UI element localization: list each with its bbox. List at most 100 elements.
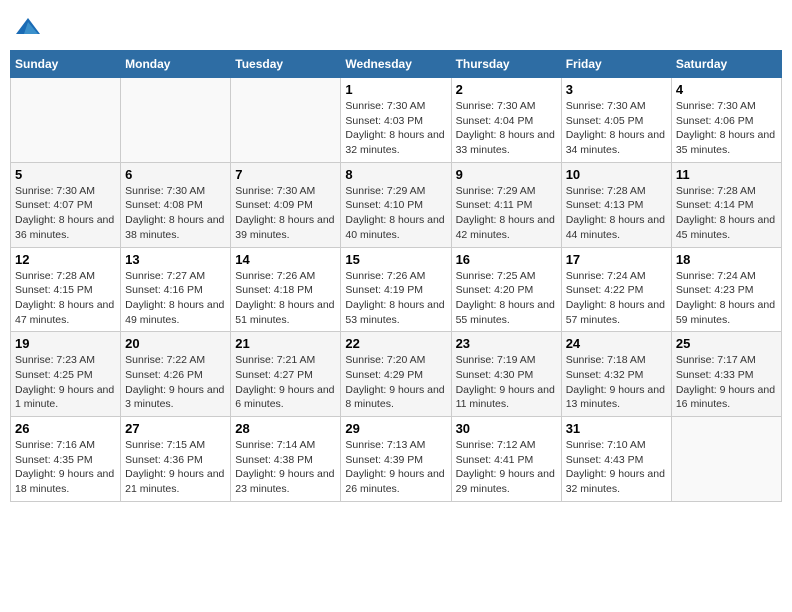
calendar-cell: 12 Sunrise: 7:28 AM Sunset: 4:15 PM Dayli… — [11, 247, 121, 332]
day-number: 18 — [676, 252, 777, 267]
calendar-header: SundayMondayTuesdayWednesdayThursdayFrid… — [11, 51, 782, 78]
day-info: Sunrise: 7:16 AM Sunset: 4:35 PM Dayligh… — [15, 438, 116, 497]
day-info: Sunrise: 7:27 AM Sunset: 4:16 PM Dayligh… — [125, 269, 226, 328]
calendar-cell: 18Sunrise: 7:24 AM Sunset: 4:23 PM Dayli… — [671, 247, 781, 332]
calendar-cell — [671, 417, 781, 502]
header-monday: Monday — [121, 51, 231, 78]
day-number: 25 — [676, 336, 777, 351]
day-info: Sunrise: 7:17 AM Sunset: 4:33 PM Dayligh… — [676, 353, 777, 412]
day-number: 23 — [456, 336, 557, 351]
day-info: Sunrise: 7:30 AM Sunset: 4:08 PM Dayligh… — [125, 184, 226, 243]
day-info: Sunrise: 7:30 AM Sunset: 4:09 PM Dayligh… — [235, 184, 336, 243]
day-number: 26 — [15, 421, 116, 436]
header-friday: Friday — [561, 51, 671, 78]
calendar-cell: 24 Sunrise: 7:18 AM Sunset: 4:32 PM Dayli… — [561, 332, 671, 417]
calendar-cell: 1Sunrise: 7:30 AM Sunset: 4:03 PM Daylig… — [341, 78, 451, 163]
day-number: 4 — [676, 82, 777, 97]
day-number: 2 — [456, 82, 557, 97]
day-info: Sunrise: 7:15 AM Sunset: 4:36 PM Dayligh… — [125, 438, 226, 497]
day-info: Sunrise: 7:22 AM Sunset: 4:26 PM Dayligh… — [125, 353, 226, 412]
day-info: Sunrise: 7:12 AM Sunset: 4:41 PM Dayligh… — [456, 438, 557, 497]
day-info: Sunrise: 7:29 AM Sunset: 4:10 PM Dayligh… — [345, 184, 446, 243]
day-number: 15 — [345, 252, 446, 267]
day-info: Sunrise: 7:18 AM Sunset: 4:32 PM Dayligh… — [566, 353, 667, 412]
day-number: 22 — [345, 336, 446, 351]
week-row-5: 26 Sunrise: 7:16 AM Sunset: 4:35 PM Dayli… — [11, 417, 782, 502]
day-number: 11 — [676, 167, 777, 182]
calendar-cell: 31 Sunrise: 7:10 AM Sunset: 4:43 PM Dayli… — [561, 417, 671, 502]
day-number: 12 — [15, 252, 116, 267]
header-wednesday: Wednesday — [341, 51, 451, 78]
calendar-cell: 28Sunrise: 7:14 AM Sunset: 4:38 PM Dayli… — [231, 417, 341, 502]
page-header — [10, 10, 782, 42]
logo-icon — [14, 14, 42, 42]
calendar-cell: 22 Sunrise: 7:20 AM Sunset: 4:29 PM Dayli… — [341, 332, 451, 417]
calendar-cell: 25 Sunrise: 7:17 AM Sunset: 4:33 PM Dayli… — [671, 332, 781, 417]
header-thursday: Thursday — [451, 51, 561, 78]
day-number: 9 — [456, 167, 557, 182]
calendar-table: SundayMondayTuesdayWednesdayThursdayFrid… — [10, 50, 782, 502]
day-number: 24 — [566, 336, 667, 351]
day-number: 3 — [566, 82, 667, 97]
calendar-cell: 3 Sunrise: 7:30 AM Sunset: 4:05 PM Daylig… — [561, 78, 671, 163]
day-number: 7 — [235, 167, 336, 182]
day-info: Sunrise: 7:25 AM Sunset: 4:20 PM Dayligh… — [456, 269, 557, 328]
day-number: 5 — [15, 167, 116, 182]
calendar-cell: 9 Sunrise: 7:29 AM Sunset: 4:11 PM Daylig… — [451, 162, 561, 247]
day-info: Sunrise: 7:28 AM Sunset: 4:13 PM Dayligh… — [566, 184, 667, 243]
day-info: Sunrise: 7:24 AM Sunset: 4:22 PM Dayligh… — [566, 269, 667, 328]
day-info: Sunrise: 7:26 AM Sunset: 4:18 PM Dayligh… — [235, 269, 336, 328]
calendar-cell: 29 Sunrise: 7:13 AM Sunset: 4:39 PM Dayli… — [341, 417, 451, 502]
day-number: 16 — [456, 252, 557, 267]
day-number: 10 — [566, 167, 667, 182]
day-info: Sunrise: 7:30 AM Sunset: 4:07 PM Dayligh… — [15, 184, 116, 243]
day-info: Sunrise: 7:30 AM Sunset: 4:03 PM Dayligh… — [345, 99, 446, 158]
calendar-cell: 20Sunrise: 7:22 AM Sunset: 4:26 PM Dayli… — [121, 332, 231, 417]
calendar-cell: 27Sunrise: 7:15 AM Sunset: 4:36 PM Dayli… — [121, 417, 231, 502]
day-number: 14 — [235, 252, 336, 267]
logo — [14, 14, 44, 42]
header-row: SundayMondayTuesdayWednesdayThursdayFrid… — [11, 51, 782, 78]
day-info: Sunrise: 7:30 AM Sunset: 4:06 PM Dayligh… — [676, 99, 777, 158]
calendar-cell: 14 Sunrise: 7:26 AM Sunset: 4:18 PM Dayli… — [231, 247, 341, 332]
calendar-cell: 21Sunrise: 7:21 AM Sunset: 4:27 PM Dayli… — [231, 332, 341, 417]
day-info: Sunrise: 7:20 AM Sunset: 4:29 PM Dayligh… — [345, 353, 446, 412]
week-row-2: 5 Sunrise: 7:30 AM Sunset: 4:07 PM Daylig… — [11, 162, 782, 247]
day-info: Sunrise: 7:10 AM Sunset: 4:43 PM Dayligh… — [566, 438, 667, 497]
day-info: Sunrise: 7:28 AM Sunset: 4:14 PM Dayligh… — [676, 184, 777, 243]
day-number: 30 — [456, 421, 557, 436]
day-number: 29 — [345, 421, 446, 436]
header-saturday: Saturday — [671, 51, 781, 78]
calendar-cell: 4 Sunrise: 7:30 AM Sunset: 4:06 PM Daylig… — [671, 78, 781, 163]
week-row-1: 1Sunrise: 7:30 AM Sunset: 4:03 PM Daylig… — [11, 78, 782, 163]
day-info: Sunrise: 7:28 AM Sunset: 4:15 PM Dayligh… — [15, 269, 116, 328]
calendar-cell: 16 Sunrise: 7:25 AM Sunset: 4:20 PM Dayli… — [451, 247, 561, 332]
calendar-cell — [231, 78, 341, 163]
calendar-cell: 23 Sunrise: 7:19 AM Sunset: 4:30 PM Dayli… — [451, 332, 561, 417]
calendar-cell: 15Sunrise: 7:26 AM Sunset: 4:19 PM Dayli… — [341, 247, 451, 332]
day-number: 28 — [235, 421, 336, 436]
day-info: Sunrise: 7:21 AM Sunset: 4:27 PM Dayligh… — [235, 353, 336, 412]
day-number: 8 — [345, 167, 446, 182]
day-info: Sunrise: 7:23 AM Sunset: 4:25 PM Dayligh… — [15, 353, 116, 412]
day-info: Sunrise: 7:13 AM Sunset: 4:39 PM Dayligh… — [345, 438, 446, 497]
day-info: Sunrise: 7:29 AM Sunset: 4:11 PM Dayligh… — [456, 184, 557, 243]
calendar-cell — [11, 78, 121, 163]
calendar-cell: 7 Sunrise: 7:30 AM Sunset: 4:09 PM Daylig… — [231, 162, 341, 247]
calendar-cell: 2 Sunrise: 7:30 AM Sunset: 4:04 PM Daylig… — [451, 78, 561, 163]
day-info: Sunrise: 7:30 AM Sunset: 4:05 PM Dayligh… — [566, 99, 667, 158]
calendar-cell: 11 Sunrise: 7:28 AM Sunset: 4:14 PM Dayli… — [671, 162, 781, 247]
calendar-cell: 10 Sunrise: 7:28 AM Sunset: 4:13 PM Dayli… — [561, 162, 671, 247]
calendar-cell: 8 Sunrise: 7:29 AM Sunset: 4:10 PM Daylig… — [341, 162, 451, 247]
calendar-cell: 17Sunrise: 7:24 AM Sunset: 4:22 PM Dayli… — [561, 247, 671, 332]
calendar-cell: 26 Sunrise: 7:16 AM Sunset: 4:35 PM Dayli… — [11, 417, 121, 502]
day-info: Sunrise: 7:30 AM Sunset: 4:04 PM Dayligh… — [456, 99, 557, 158]
day-info: Sunrise: 7:19 AM Sunset: 4:30 PM Dayligh… — [456, 353, 557, 412]
calendar-cell: 13 Sunrise: 7:27 AM Sunset: 4:16 PM Dayli… — [121, 247, 231, 332]
week-row-3: 12 Sunrise: 7:28 AM Sunset: 4:15 PM Dayli… — [11, 247, 782, 332]
day-number: 13 — [125, 252, 226, 267]
header-tuesday: Tuesday — [231, 51, 341, 78]
calendar-cell: 30 Sunrise: 7:12 AM Sunset: 4:41 PM Dayli… — [451, 417, 561, 502]
calendar-cell: 5 Sunrise: 7:30 AM Sunset: 4:07 PM Daylig… — [11, 162, 121, 247]
day-number: 31 — [566, 421, 667, 436]
